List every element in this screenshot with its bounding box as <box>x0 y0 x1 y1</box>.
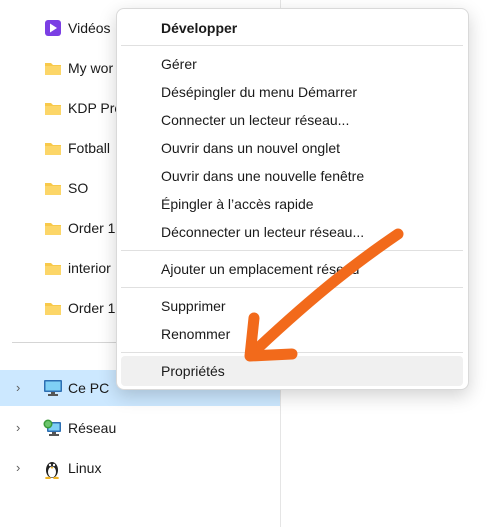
menu-item-label: Développer <box>161 20 238 36</box>
menu-item-pin-quick-access[interactable]: Épingler à l’accès rapide <box>121 189 463 219</box>
menu-item-map-network-drive[interactable]: Connecter un lecteur réseau... <box>121 105 463 135</box>
menu-item-label: Déconnecter un lecteur réseau... <box>161 224 365 240</box>
folder-icon <box>44 59 62 77</box>
videos-icon <box>44 19 62 37</box>
nav-item-network[interactable]: › Réseau <box>0 410 280 446</box>
menu-item-open-new-window[interactable]: Ouvrir dans une nouvelle fenêtre <box>121 161 463 191</box>
nav-item-label: Réseau <box>68 420 117 436</box>
menu-item-label: Ouvrir dans un nouvel onglet <box>161 140 340 156</box>
nav-item-label: Vidéos <box>68 20 111 36</box>
menu-item-label: Supprimer <box>161 298 226 314</box>
nav-item-label: Linux <box>68 460 102 476</box>
nav-item-label: KDP Pre <box>68 100 123 116</box>
nav-item-label: Order 1 <box>68 220 116 236</box>
menu-separator <box>121 352 463 353</box>
nav-item-label: Order 1 <box>68 300 116 316</box>
menu-item-properties[interactable]: Propriétés <box>121 356 463 386</box>
menu-item-open-new-tab[interactable]: Ouvrir dans un nouvel onglet <box>121 133 463 163</box>
menu-item-rename[interactable]: Renommer <box>121 319 463 349</box>
linux-penguin-icon <box>43 459 61 480</box>
context-menu: Développer Gérer Désépingler du menu Dém… <box>116 8 469 390</box>
nav-item-linux[interactable]: › Linux <box>0 450 280 486</box>
menu-item-delete[interactable]: Supprimer <box>121 291 463 321</box>
menu-separator <box>121 287 463 288</box>
nav-item-label: My wor <box>68 60 114 76</box>
menu-separator <box>121 250 463 251</box>
folder-icon <box>44 99 62 117</box>
menu-item-label: Désépingler du menu Démarrer <box>161 84 358 100</box>
computer-icon <box>43 379 62 397</box>
chevron-right-icon[interactable]: › <box>16 461 28 475</box>
menu-item-expand[interactable]: Développer <box>121 13 463 43</box>
menu-item-label: Ajouter un emplacement réseau <box>161 261 360 277</box>
menu-item-label: Épingler à l’accès rapide <box>161 196 314 212</box>
folder-icon <box>44 259 62 277</box>
menu-item-label: Renommer <box>161 326 231 342</box>
network-icon <box>43 419 61 437</box>
folder-icon <box>44 299 62 317</box>
menu-item-label: Gérer <box>161 56 197 72</box>
menu-item-label: Propriétés <box>161 363 225 379</box>
menu-item-add-network-location[interactable]: Ajouter un emplacement réseau <box>121 254 463 284</box>
menu-item-unpin-start[interactable]: Désépingler du menu Démarrer <box>121 77 463 107</box>
chevron-right-icon[interactable]: › <box>16 421 28 435</box>
menu-item-label: Connecter un lecteur réseau... <box>161 112 350 128</box>
menu-separator <box>121 45 463 46</box>
nav-item-label: Ce PC <box>68 380 110 396</box>
chevron-right-icon[interactable]: › <box>16 381 28 395</box>
menu-item-label: Ouvrir dans une nouvelle fenêtre <box>161 168 365 184</box>
nav-item-label: Fotball <box>68 140 111 156</box>
nav-item-label: SO <box>68 180 89 196</box>
nav-item-label: interior <box>68 260 111 276</box>
folder-icon <box>44 179 62 197</box>
menu-item-manage[interactable]: Gérer <box>121 49 463 79</box>
folder-icon <box>44 219 62 237</box>
menu-item-disconnect-network-drive[interactable]: Déconnecter un lecteur réseau... <box>121 217 463 247</box>
folder-icon <box>44 139 62 157</box>
